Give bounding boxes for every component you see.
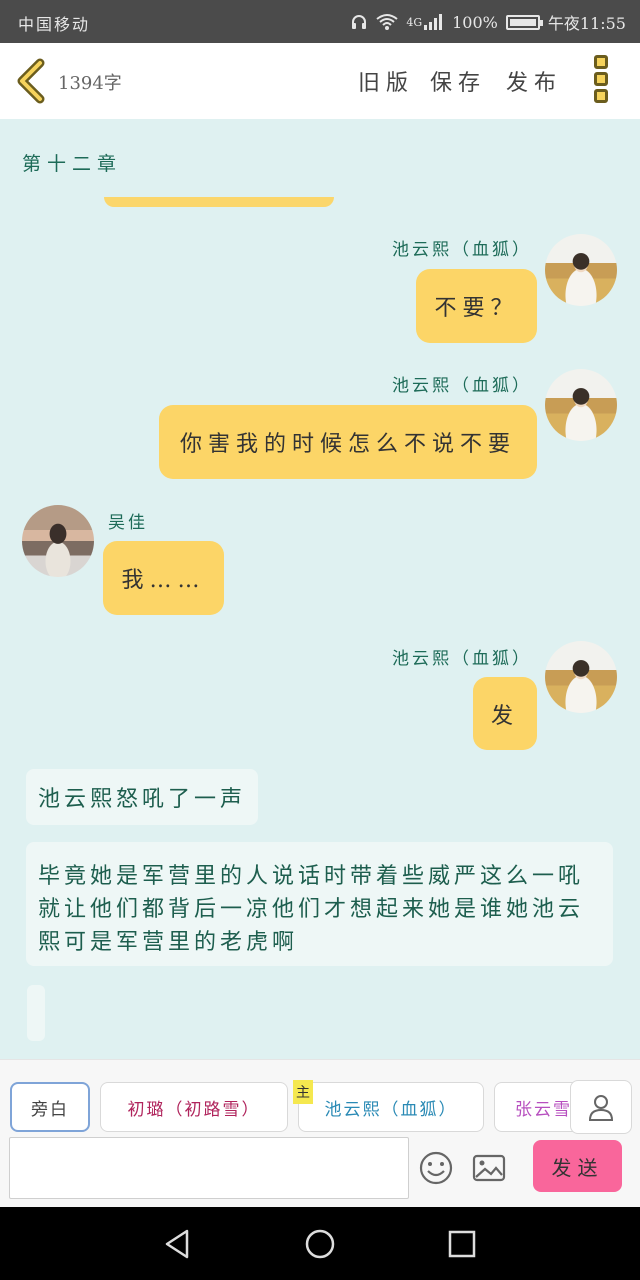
manage-characters-button[interactable] — [570, 1080, 632, 1134]
character-chip[interactable]: 张云雪 — [494, 1082, 574, 1132]
main-character-badge: 主 — [293, 1080, 313, 1104]
avatar[interactable] — [22, 505, 94, 577]
send-button[interactable]: 发送 — [533, 1140, 622, 1192]
previous-bubble-edge — [104, 197, 334, 207]
chapter-title: 第十二章 — [22, 153, 123, 175]
message-bubble[interactable]: 不要？ — [416, 269, 537, 343]
speaker-name: 池云熙（血狐） — [392, 240, 532, 260]
message-bubble[interactable]: 你害我的时候怎么不说不要 — [159, 405, 537, 479]
narration-block-partial — [27, 985, 45, 1041]
network-type-label: 4G — [406, 15, 423, 29]
save-button[interactable]: 保存 — [430, 65, 486, 97]
battery-fill — [509, 18, 536, 26]
editor-header: 1394字 旧版 保存 发布 — [0, 43, 640, 119]
system-navigation-bar — [0, 1207, 640, 1280]
character-chip-main[interactable]: 池云熙（血狐） — [298, 1082, 484, 1132]
signal-icon — [424, 14, 443, 30]
image-icon[interactable] — [471, 1150, 507, 1186]
emoji-icon[interactable] — [418, 1150, 454, 1186]
message-bubble[interactable]: 我…… — [103, 541, 224, 615]
character-chip-narrator[interactable]: 旁白 — [10, 1082, 90, 1132]
compose-bar: 旁白 初璐（初路雪） 池云熙（血狐） 张云雪 主 发送 — [0, 1059, 640, 1207]
character-selector: 旁白 初璐（初路雪） 池云熙（血狐） 张云雪 — [0, 1080, 574, 1134]
battery-icon — [505, 14, 543, 30]
person-icon — [588, 1095, 614, 1121]
old-version-button[interactable]: 旧版 — [358, 65, 414, 97]
nav-recents-icon[interactable] — [445, 1227, 479, 1261]
clock: 午夜11:55 — [547, 14, 626, 33]
avatar[interactable] — [545, 369, 617, 441]
publish-button[interactable]: 发布 — [506, 65, 562, 97]
message-input[interactable] — [9, 1137, 409, 1199]
battery-percent: 100% — [452, 12, 498, 32]
narration-block[interactable]: 池云熙怒吼了一声 — [26, 769, 259, 825]
nav-home-icon[interactable] — [303, 1227, 337, 1261]
narration-block[interactable]: 毕竟她是军营里的人说话时带着些威严这么一吼就让他们都背后一凉他们才想起来她是谁她… — [26, 842, 613, 966]
status-bar: 中国移动 4G 100% 午夜11:55 — [0, 0, 640, 43]
more-menu-icon[interactable] — [594, 55, 614, 107]
headphones-icon — [352, 15, 367, 29]
character-chip[interactable]: 初璐（初路雪） — [100, 1082, 288, 1132]
speaker-name: 池云熙（血狐） — [392, 376, 532, 396]
message-bubble[interactable]: 发 — [473, 677, 537, 750]
wifi-icon — [376, 14, 398, 30]
nav-back-icon[interactable] — [161, 1227, 195, 1261]
chat-area[interactable]: 第十二章 池云熙（血狐） 不要？ 池云熙（血狐） 你害我的时候怎么不说不要 吴佳… — [0, 119, 640, 1059]
speaker-name: 池云熙（血狐） — [392, 649, 532, 669]
carrier-label: 中国移动 — [18, 15, 91, 34]
avatar[interactable] — [545, 234, 617, 306]
back-arrow-icon[interactable] — [14, 57, 50, 105]
avatar[interactable] — [545, 641, 617, 713]
word-count: 1394字 — [58, 73, 122, 94]
speaker-name: 吴佳 — [108, 513, 148, 533]
